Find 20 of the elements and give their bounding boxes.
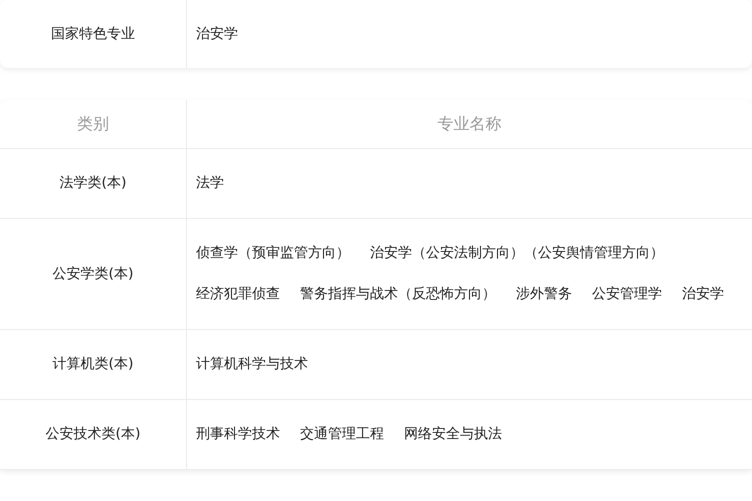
feature-value: 治安学 xyxy=(196,24,238,44)
major-name: 计算机科学与技术 xyxy=(196,355,308,374)
feature-label: 国家特色专业 xyxy=(51,24,135,44)
major-name: 警务指挥与战术（反恐怖方向） xyxy=(300,285,496,304)
major-name: 交通管理工程 xyxy=(300,425,384,444)
major-name: 治安学（公安法制方向）（公安舆情管理方向） xyxy=(370,244,664,263)
major-name: 侦查学（预审监管方向） xyxy=(196,244,350,263)
column-header: 类别 xyxy=(77,113,109,135)
category-cell-text: 公安技术类(本) xyxy=(46,425,140,444)
category-cell-text: 公安学类(本) xyxy=(52,264,134,284)
major-name: 涉外警务 xyxy=(516,285,572,304)
major-name: 治安学 xyxy=(682,285,724,304)
major-name: 法学 xyxy=(196,174,224,193)
major-name: 网络安全与执法 xyxy=(404,425,502,444)
major-name: 经济犯罪侦查 xyxy=(196,285,280,304)
column-header: 专业名称 xyxy=(438,113,502,135)
category-cell-text: 法学类(本) xyxy=(60,174,126,193)
major-name: 公安管理学 xyxy=(592,285,662,304)
major-name: 刑事科学技术 xyxy=(196,425,280,444)
category-cell-text: 计算机类(本) xyxy=(52,355,134,374)
